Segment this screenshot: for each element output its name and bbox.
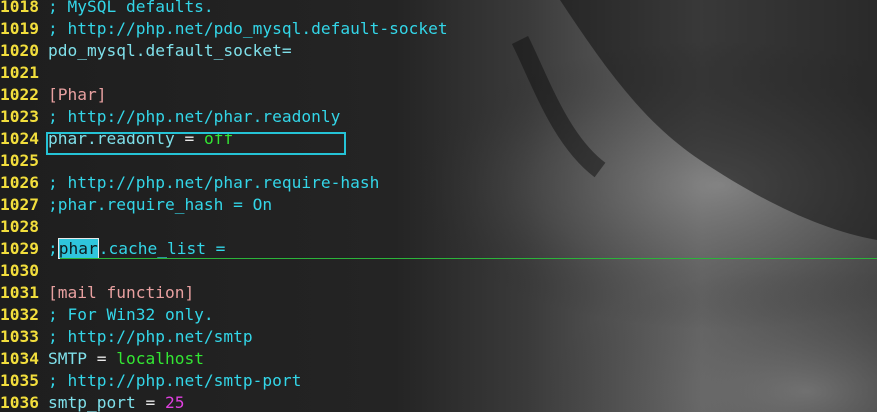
line-number: 1020 — [0, 41, 39, 60]
code-token: ; For Win32 only. — [48, 305, 214, 324]
line-number: 1022 — [0, 85, 39, 104]
code-token: ; http://php.net/smtp — [48, 327, 253, 346]
line-number: 1028 — [0, 217, 39, 236]
line-number: 1031 — [0, 283, 39, 302]
code-line[interactable]: 1021 — [0, 62, 877, 84]
code-token: = — [135, 393, 165, 412]
code-token: ; http://php.net/phar.require-hash — [48, 173, 380, 192]
highlight-box — [46, 132, 346, 155]
code-line[interactable]: 1034 SMTP = localhost — [0, 348, 877, 370]
line-number: 1018 — [0, 0, 39, 16]
code-token: ; — [48, 239, 58, 258]
line-number: 1025 — [0, 151, 39, 170]
code-token: 25 — [164, 393, 185, 412]
code-token: [mail function] — [48, 283, 195, 302]
code-token: pdo_mysql.default_socket= — [48, 41, 292, 60]
code-token: .cache_list = — [98, 239, 226, 258]
line-number: 1019 — [0, 19, 39, 38]
code-token: = — [86, 349, 117, 368]
line-number: 1033 — [0, 327, 39, 346]
line-number: 1024 — [0, 129, 39, 148]
code-line[interactable]: 1031 [mail function] — [0, 282, 877, 304]
code-token: ;phar.require_hash = On — [48, 195, 273, 214]
line-number: 1027 — [0, 195, 39, 214]
code-line[interactable]: 1023 ; http://php.net/phar.readonly — [0, 106, 877, 128]
code-line[interactable]: 1030 — [0, 260, 877, 282]
code-line[interactable]: 1027 ;phar.require_hash = On — [0, 194, 877, 216]
line-number: 1032 — [0, 305, 39, 324]
code-line[interactable]: 1032 ; For Win32 only. — [0, 304, 877, 326]
code-token: localhost — [116, 349, 204, 368]
line-number: 1029 — [0, 239, 39, 258]
code-token: [Phar] — [48, 85, 107, 104]
code-line[interactable]: 1022 [Phar] — [0, 84, 877, 106]
code-line[interactable]: 1018 ; MySQL defaults. — [0, 0, 877, 18]
terminal-window[interactable]: 1018 ; MySQL defaults. 1019 ; http://php.ne… — [0, 0, 877, 412]
line-number: 1034 — [0, 349, 39, 368]
code-lines: 1018 ; MySQL defaults. 1019 ; http://php.ne… — [0, 0, 877, 412]
code-token: ; http://php.net/pdo_mysql.default-socke… — [48, 19, 448, 38]
code-token: smtp_port — [48, 393, 136, 412]
code-line[interactable]: 1036 smtp_port = 25 — [0, 392, 877, 412]
code-line[interactable]: 1028 — [0, 216, 877, 238]
code-token: ; http://php.net/phar.readonly — [48, 107, 341, 126]
line-number: 1035 — [0, 371, 39, 390]
line-number: 1036 — [0, 393, 39, 412]
code-line[interactable]: 1033 ; http://php.net/smtp — [0, 326, 877, 348]
code-token: ; http://php.net/smtp-port — [48, 371, 302, 390]
cursor-line — [60, 258, 877, 259]
line-number: 1030 — [0, 261, 39, 280]
code-line[interactable]: 1019 ; http://php.net/pdo_mysql.default-s… — [0, 18, 877, 40]
code-token: ; MySQL defaults. — [48, 0, 214, 16]
line-number: 1021 — [0, 63, 39, 82]
code-token: SMTP — [48, 349, 87, 368]
line-number: 1026 — [0, 173, 39, 192]
search-match: phar — [57, 238, 99, 259]
code-line[interactable]: 1029 ;phar.cache_list = — [0, 238, 877, 260]
code-line[interactable]: 1026 ; http://php.net/phar.require-hash — [0, 172, 877, 194]
line-number: 1023 — [0, 107, 39, 126]
code-line[interactable]: 1020 pdo_mysql.default_socket= — [0, 40, 877, 62]
code-line[interactable]: 1035 ; http://php.net/smtp-port — [0, 370, 877, 392]
